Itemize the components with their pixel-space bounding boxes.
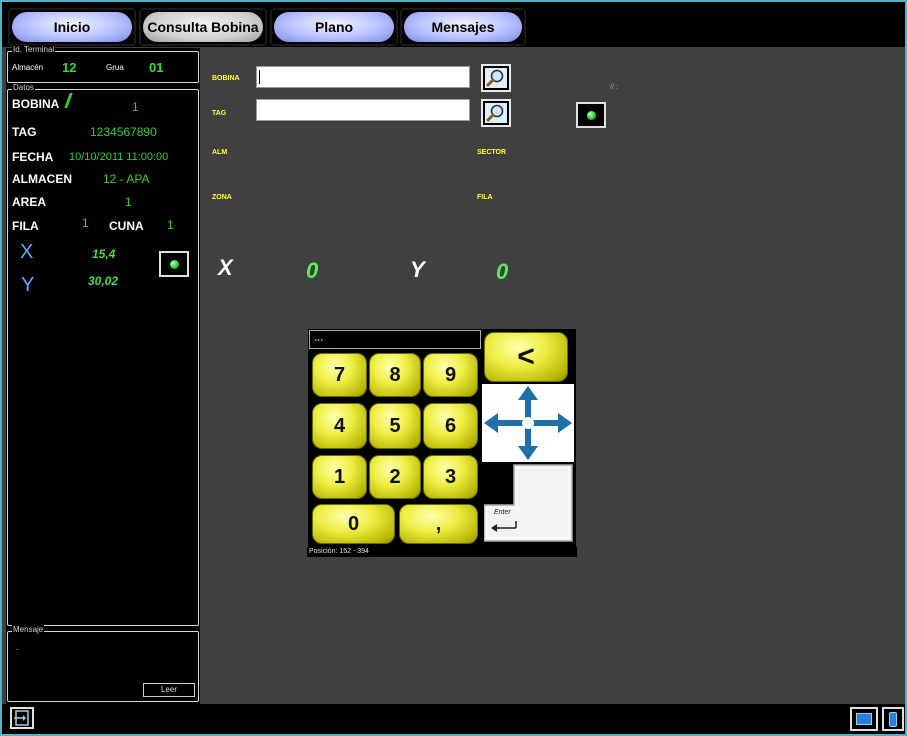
key-8[interactable]: 8 (369, 353, 421, 397)
form-status-indicator (576, 102, 606, 128)
device-icon (889, 712, 897, 727)
key-9[interactable]: 9 (423, 353, 478, 397)
datos-fila-label: FILA (12, 219, 39, 233)
tag-search-button[interactable] (481, 99, 511, 127)
bottom-status-bar (2, 704, 905, 734)
form-x-value: 0 (306, 258, 319, 283)
exit-icon (14, 710, 29, 726)
form-zona-label: ZONA (212, 194, 232, 201)
datos-fecha-value: 10/10/2011 11:00:00 (69, 151, 169, 163)
tag-input[interactable] (256, 99, 470, 121)
exit-button[interactable] (10, 707, 34, 729)
terminal-almacen-label: Almacén (12, 63, 44, 72)
terminal-grua-value: 01 (149, 60, 164, 75)
top-nav-bar: Inicio Consulta Bobina Plano Mensajes (2, 2, 905, 47)
key-0[interactable]: 0 (312, 504, 395, 544)
key-1[interactable]: 1 (312, 455, 367, 499)
datos-tag-label: TAG (12, 125, 37, 139)
datos-y-label: Y (21, 274, 35, 296)
device-button[interactable] (882, 707, 904, 731)
magnifier-icon (485, 68, 507, 88)
window-button[interactable] (850, 707, 878, 731)
mensaje-text: - (16, 644, 19, 654)
bobina-search-button[interactable] (481, 64, 511, 92)
tab-inicio[interactable]: Inicio (8, 8, 136, 46)
terminal-grua-label: Grua (106, 63, 124, 72)
numeric-keypad: ... < 7 8 9 4 5 6 1 2 3 0 , Enter (308, 329, 576, 549)
window-icon (856, 713, 872, 725)
keypad-display: ... (309, 330, 481, 349)
form-sector-label: SECTOR (477, 149, 507, 156)
leer-button[interactable]: Leer (143, 683, 195, 697)
datos-almacen-value: 12 - APA (103, 172, 150, 186)
tab-inicio-label: Inicio (12, 12, 132, 42)
enter-key-label: Enter (494, 509, 511, 516)
mensaje-box: Mensaje - Leer (7, 625, 199, 702)
datos-status-indicator (159, 251, 189, 277)
bobina-input[interactable] (256, 66, 470, 88)
datos-x-value: 15,4 (92, 247, 116, 261)
datos-tag-value: 1234567890 (90, 125, 157, 139)
form-status-text: // : (610, 84, 618, 91)
datos-area-label: AREA (12, 195, 47, 209)
datos-cuna-label: CUNA (109, 219, 144, 233)
magnifier-icon (485, 103, 507, 123)
green-led-icon (170, 260, 179, 269)
form-bobina-label: BOBINA (212, 75, 240, 82)
key-5[interactable]: 5 (369, 403, 421, 449)
mensaje-legend: Mensaje (12, 625, 45, 635)
bobina-indicator (64, 93, 73, 108)
datos-fila-value: 1 (82, 216, 89, 230)
key-2[interactable]: 2 (369, 455, 421, 499)
key-enter[interactable]: Enter (483, 463, 574, 543)
keypad-display-text: ... (314, 332, 324, 344)
tab-mensajes[interactable]: Mensajes (400, 8, 526, 46)
terminal-box: Id. Terminal Almacén 12 Grua 01 (7, 45, 199, 83)
form-y-value: 0 (496, 259, 509, 284)
tab-plano[interactable]: Plano (270, 8, 398, 46)
datos-bobina-label: BOBINA (12, 97, 60, 111)
form-y-label: Y (410, 257, 425, 282)
key-3[interactable]: 3 (423, 455, 478, 499)
datos-cuna-value: 1 (167, 218, 174, 232)
datos-x-label: X (20, 241, 34, 263)
direction-arrows-icon[interactable] (482, 384, 574, 462)
form-tag-label: TAG (212, 110, 227, 117)
keypad-position-text: Posición: 152 - 394 (307, 547, 577, 557)
tab-consulta-bobina-label: Consulta Bobina (143, 12, 263, 42)
datos-box: Datos BOBINA 1 TAG 1234567890 FECHA 10/1… (7, 83, 199, 626)
datos-area-value: 1 (125, 195, 132, 209)
terminal-legend: Id. Terminal (12, 45, 56, 55)
key-backspace[interactable]: < (484, 332, 568, 382)
key-6[interactable]: 6 (423, 403, 478, 449)
form-fila-label: FILA (477, 194, 493, 201)
form-alm-label: ALM (212, 149, 228, 156)
text-caret (259, 70, 260, 84)
tab-mensajes-label: Mensajes (404, 12, 522, 42)
key-comma[interactable]: , (399, 504, 478, 544)
key-4[interactable]: 4 (312, 403, 367, 449)
form-x-label: X (218, 255, 233, 280)
datos-bobina-value: 1 (132, 100, 139, 114)
datos-fecha-label: FECHA (12, 150, 54, 164)
datos-legend: Datos (12, 83, 35, 93)
terminal-almacen-value: 12 (62, 60, 77, 75)
left-panel: Id. Terminal Almacén 12 Grua 01 Datos BO… (6, 45, 200, 704)
tab-plano-label: Plano (274, 12, 394, 42)
key-7[interactable]: 7 (312, 353, 367, 397)
datos-almacen-label: ALMACEN (12, 172, 72, 186)
green-led-icon (587, 111, 596, 120)
tab-consulta-bobina[interactable]: Consulta Bobina (139, 8, 267, 46)
datos-y-value: 30,02 (88, 274, 119, 288)
